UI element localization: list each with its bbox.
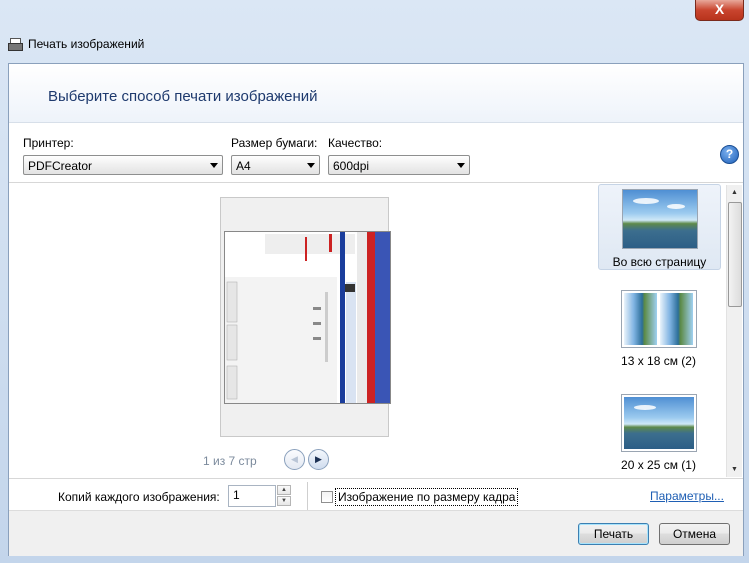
dialog-client: Выберите способ печати изображений Принт…: [8, 63, 744, 556]
printer-select[interactable]: PDFCreator: [23, 155, 223, 175]
title-bar: Печать изображений: [8, 34, 144, 54]
fit-frame-label[interactable]: Изображение по размеру кадра: [335, 488, 519, 506]
paper-size-label: Размер бумаги:: [231, 136, 318, 150]
preview-image: [224, 231, 391, 404]
next-page-button[interactable]: ▶: [308, 449, 329, 470]
layout-label: 13 x 18 см (2): [621, 354, 696, 368]
paper-size-value: A4: [236, 159, 251, 173]
bottom-divider: [9, 478, 743, 479]
printer-value: PDFCreator: [28, 159, 93, 173]
scrollbar-thumb[interactable]: [728, 202, 742, 307]
chevron-down-icon: [457, 163, 465, 168]
cancel-button[interactable]: Отмена: [659, 523, 730, 545]
chevron-down-icon: [307, 163, 315, 168]
window-title: Печать изображений: [28, 37, 145, 51]
spin-down-icon[interactable]: ▼: [277, 496, 291, 506]
copies-input[interactable]: 1: [228, 485, 276, 507]
page-title: Выберите способ печати изображений: [48, 88, 318, 105]
preview-screenshot-graphic: [225, 232, 390, 403]
page-indicator: 1 из 7 стр: [203, 454, 257, 468]
paper-size-select[interactable]: A4: [231, 155, 320, 175]
landscape-thumbnail-icon: [621, 189, 698, 249]
chevron-down-icon: [210, 163, 218, 168]
printer-icon: [8, 37, 23, 51]
close-button[interactable]: X: [695, 0, 744, 21]
spin-up-icon[interactable]: ▲: [277, 485, 291, 495]
quality-label: Качество:: [328, 136, 383, 150]
arrow-left-icon: ◀: [291, 454, 298, 464]
copies-label: Копий каждого изображения:: [58, 490, 220, 504]
arrow-right-icon: ▶: [315, 454, 322, 464]
layout-label: Во всю страницу: [612, 255, 707, 269]
two-photo-thumbnail-icon: [620, 290, 697, 348]
quality-value: 600dpi: [333, 159, 370, 173]
layout-20x25[interactable]: 20 x 25 см (1): [598, 394, 719, 474]
preview-page: [220, 197, 391, 437]
fit-frame-checkbox[interactable]: [321, 491, 333, 503]
print-button[interactable]: Печать: [578, 523, 649, 545]
options-divider: [9, 182, 743, 183]
quality-select[interactable]: 600dpi: [328, 155, 470, 175]
help-icon[interactable]: ?: [720, 145, 739, 164]
printer-label: Принтер:: [23, 136, 74, 150]
scroll-up-icon[interactable]: ▲: [727, 185, 742, 200]
layout-label: 20 x 25 см (1): [621, 458, 696, 472]
header-band: Выберите способ печати изображений: [9, 64, 743, 123]
layout-13x18[interactable]: 13 x 18 см (2): [598, 290, 719, 370]
layout-scrollbar[interactable]: ▲ ▼: [726, 185, 742, 477]
scroll-down-icon[interactable]: ▼: [727, 462, 742, 477]
parameters-link[interactable]: Параметры...: [650, 489, 724, 503]
landscape-thumbnail-icon: [620, 394, 697, 452]
vertical-separator: [307, 482, 308, 510]
previous-page-button[interactable]: ◀: [284, 449, 305, 470]
layout-full-page[interactable]: Во всю страницу: [598, 184, 721, 270]
